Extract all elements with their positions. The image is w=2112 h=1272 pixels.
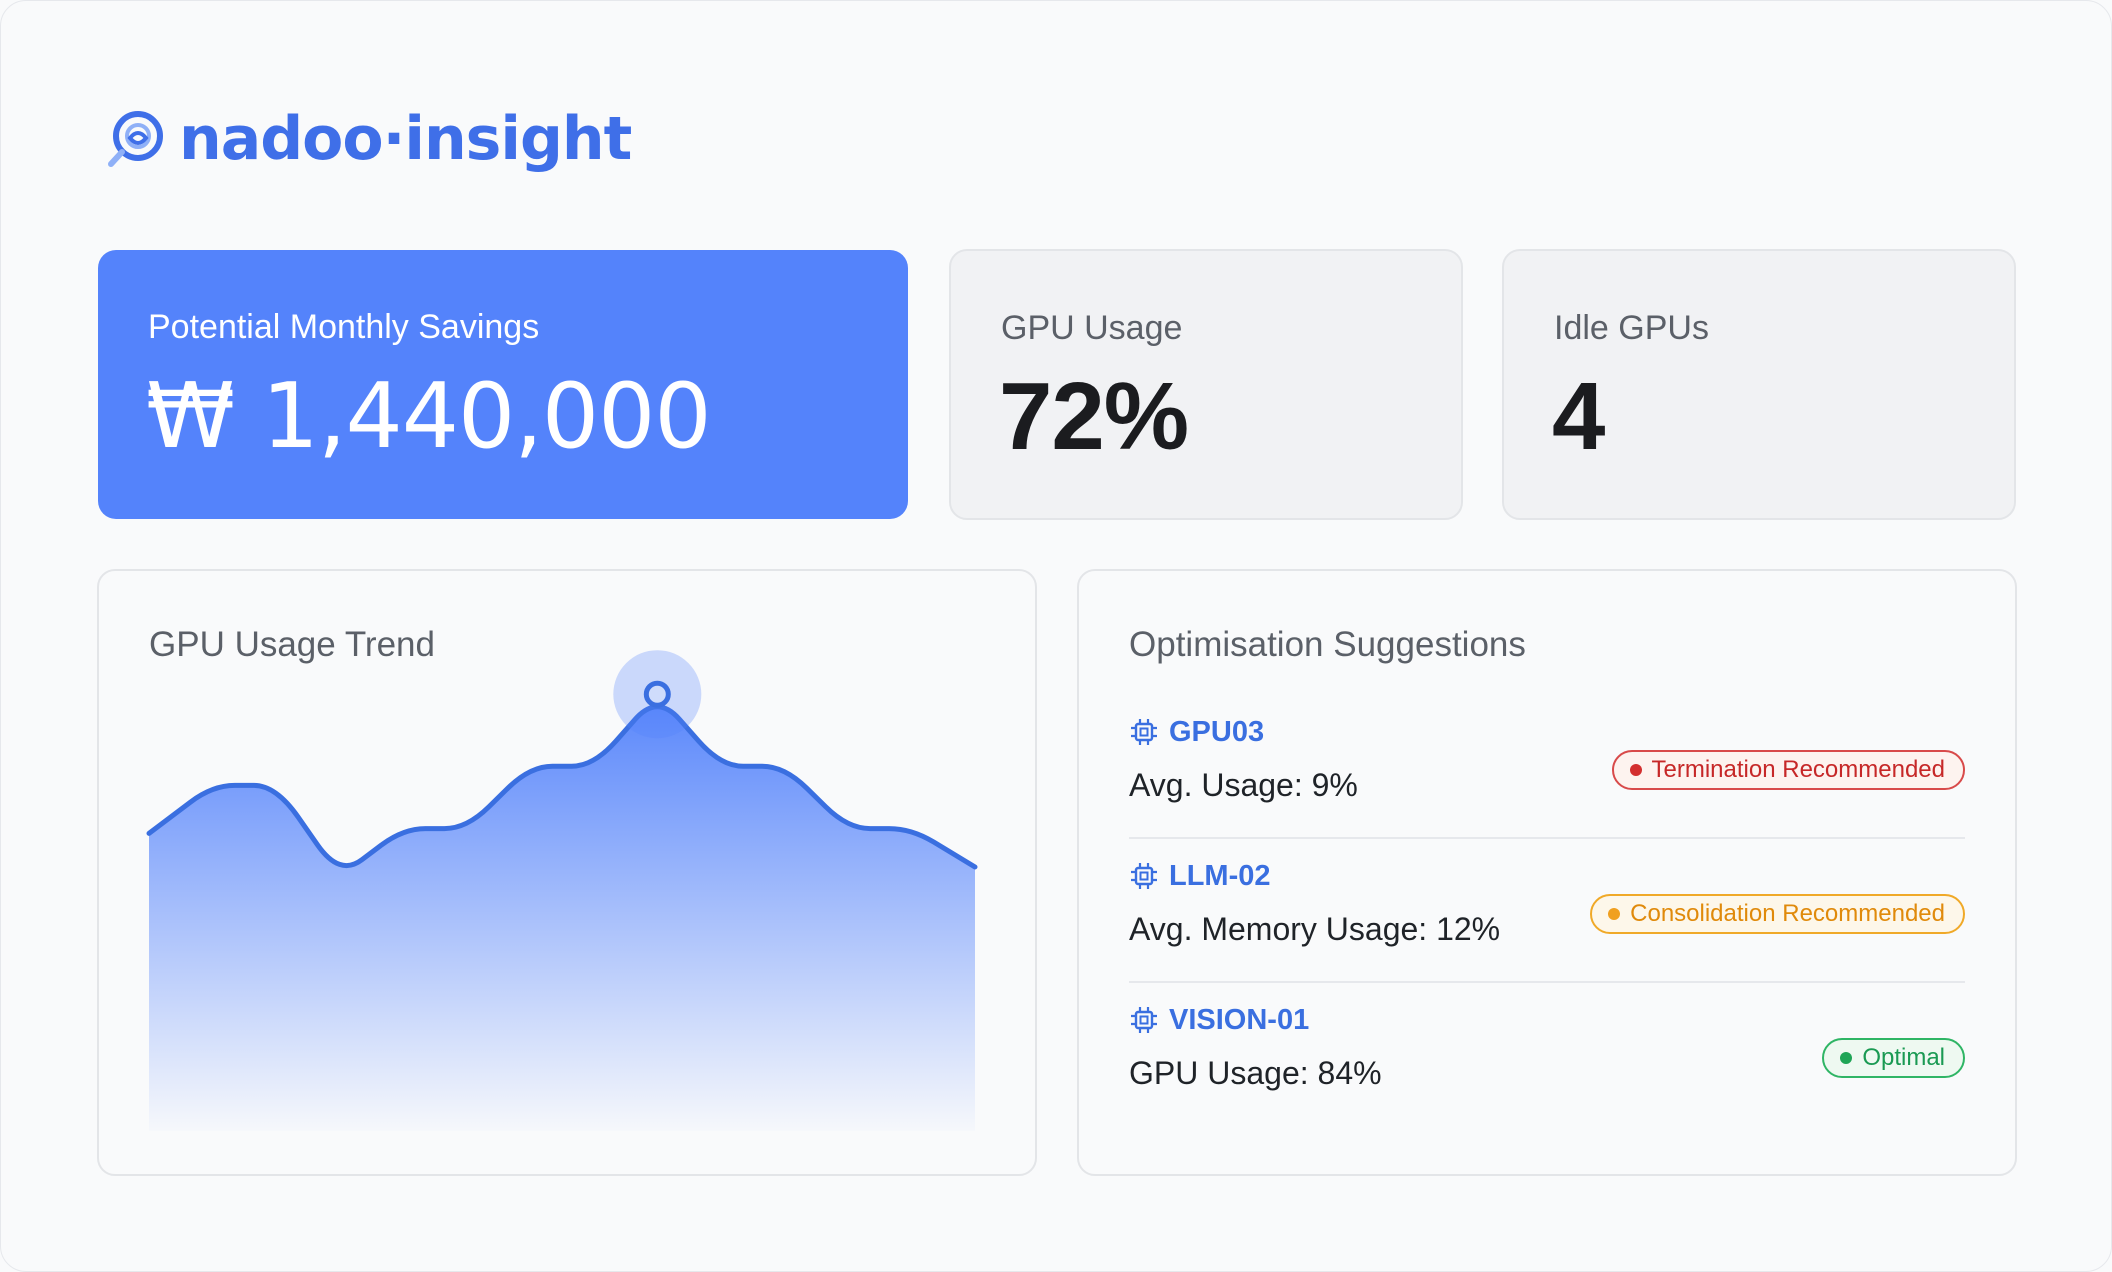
- optimisation-suggestions-panel: Optimisation Suggestions GPU03 Avg. Usag…: [1077, 569, 2017, 1176]
- chip-icon: [1131, 1007, 1157, 1033]
- trend-chart: [146, 650, 978, 1131]
- suggestion-name[interactable]: VISION-01: [1169, 1005, 1309, 1035]
- suggestion-name[interactable]: LLM-02: [1169, 861, 1271, 891]
- gpu-usage-value: 72%: [999, 363, 1189, 470]
- status-label: Termination Recommended: [1651, 756, 1945, 783]
- chip-icon: [1131, 863, 1157, 889]
- brand-name: nadoo·insight: [179, 104, 632, 174]
- idle-gpus-value: 4: [1552, 363, 1605, 470]
- suggestion-name[interactable]: GPU03: [1169, 717, 1264, 747]
- trend-area: [149, 706, 975, 1131]
- status-label: Consolidation Recommended: [1630, 900, 1945, 927]
- suggestion-metric: GPU Usage: 84%: [1129, 1055, 1382, 1091]
- savings-label: Potential Monthly Savings: [148, 308, 540, 346]
- suggestion-row[interactable]: VISION-01 GPU Usage: 84% Optimal: [1129, 983, 1965, 1127]
- status-badge: Consolidation Recommended: [1590, 894, 1965, 934]
- status-label: Optimal: [1862, 1044, 1945, 1071]
- peak-point[interactable]: [643, 680, 671, 708]
- status-badge: Termination Recommended: [1611, 750, 1965, 790]
- suggestions-title: Optimisation Suggestions: [1129, 625, 1526, 664]
- chip-icon: [1131, 719, 1157, 745]
- status-dot: [1608, 908, 1621, 920]
- suggestion-row[interactable]: GPU03 Avg. Usage: 9% Termination Recomme…: [1129, 695, 1965, 839]
- gpu-usage-label: GPU Usage: [1001, 309, 1183, 347]
- idle-gpus-card: Idle GPUs 4: [1502, 249, 2016, 520]
- logo-icon: [108, 111, 163, 167]
- idle-gpus-label: Idle GPUs: [1554, 309, 1709, 347]
- gpu-usage-trend-panel: GPU Usage Trend: [97, 569, 1037, 1176]
- suggestion-metric: Avg. Usage: 9%: [1129, 767, 1358, 803]
- status-dot: [1840, 1052, 1853, 1064]
- suggestion-row[interactable]: LLM-02 Avg. Memory Usage: 12% Consolidat…: [1129, 839, 1965, 983]
- gpu-usage-card: GPU Usage 72%: [949, 249, 1463, 520]
- status-badge: Optimal: [1822, 1038, 1965, 1078]
- savings-card: Potential Monthly Savings ₩ 1,440,000: [98, 250, 908, 519]
- status-dot: [1629, 764, 1642, 776]
- brand-logo[interactable]: nadoo·insight: [105, 103, 632, 175]
- savings-value: ₩ 1,440,000: [146, 364, 712, 469]
- suggestion-metric: Avg. Memory Usage: 12%: [1129, 911, 1501, 947]
- app-window: nadoo·insight Potential Monthly Savings …: [0, 0, 2112, 1272]
